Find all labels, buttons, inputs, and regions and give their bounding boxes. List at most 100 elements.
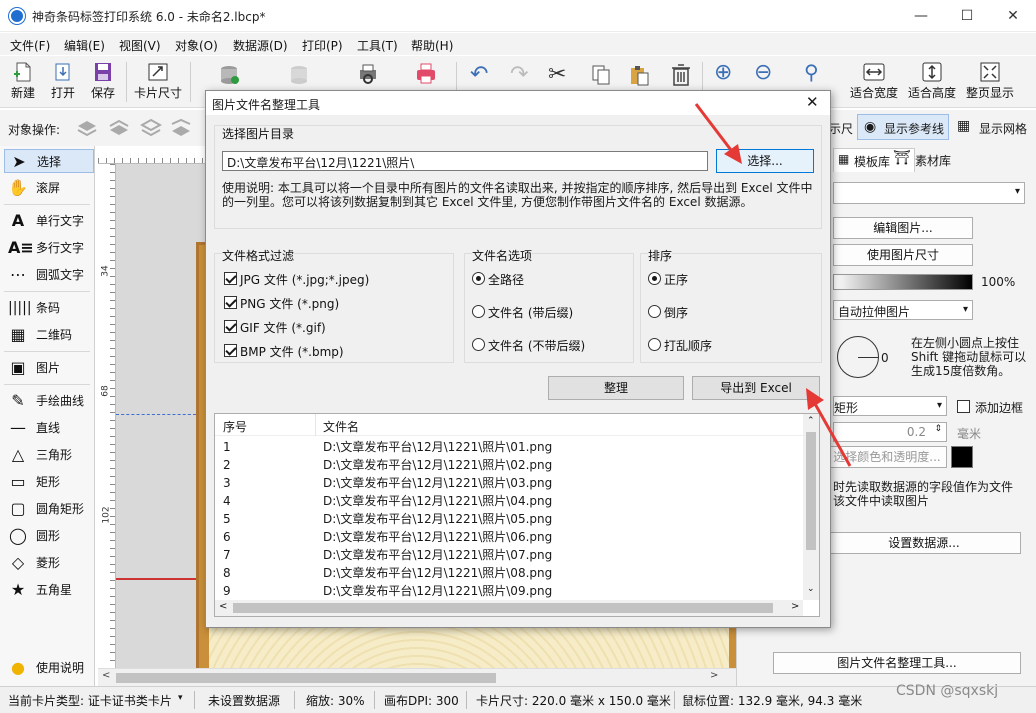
tool-diamond[interactable]: ◇ 菱形: [4, 551, 94, 575]
directory-input[interactable]: D:\文章发布平台\12月\1221\照片\: [222, 151, 708, 171]
name-with-ext-radio[interactable]: [472, 305, 485, 318]
sort-desc-radio[interactable]: [648, 305, 661, 318]
database-disabled-icon[interactable]: [288, 64, 310, 86]
tool-circle[interactable]: ◯ 圆形: [4, 524, 94, 548]
spin-icon[interactable]: ⇕: [934, 424, 942, 434]
vertical-scrollbar[interactable]: ⌃ ⌄: [803, 414, 819, 600]
menu-print[interactable]: 打印(P): [302, 37, 343, 54]
list-item[interactable]: 7 D:\文章发布平台\12月\1221\照片\07.png: [215, 546, 805, 564]
filename-tool-button[interactable]: 图片文件名整理工具...: [773, 652, 1021, 674]
scroll-left-icon[interactable]: <: [102, 670, 110, 681]
scroll-thumb[interactable]: [233, 603, 773, 613]
image-source-select[interactable]: ▾: [833, 182, 1025, 204]
cut-icon[interactable]: ✂: [548, 62, 566, 87]
horizontal-scrollbar[interactable]: < >: [98, 668, 736, 686]
color-button[interactable]: 选择颜色和透明度...: [827, 446, 947, 468]
menu-help[interactable]: 帮助(H): [411, 37, 453, 54]
tool-select[interactable]: ➤ 选择: [4, 149, 94, 173]
file-list[interactable]: 序号 文件名 1 D:\文章发布平台\12月\1221\照片\01.png 2 D:…: [214, 413, 820, 617]
bmp-checkbox[interactable]: [224, 344, 237, 357]
png-checkbox[interactable]: [224, 296, 237, 309]
use-image-size-button[interactable]: 使用图片尺寸: [833, 244, 973, 266]
organize-button[interactable]: 整理: [548, 376, 684, 400]
list-item[interactable]: 2 D:\文章发布平台\12月\1221\照片\02.png: [215, 456, 805, 474]
open-button[interactable]: 打开: [46, 58, 80, 106]
minimize-icon[interactable]: —: [898, 0, 944, 32]
card-type-status[interactable]: 当前卡片类型: 证卡证书类卡片: [8, 692, 172, 709]
show-ruler-label[interactable]: 示尺: [829, 120, 853, 137]
export-excel-button[interactable]: 导出到 Excel: [692, 376, 820, 400]
set-datasource-button[interactable]: 设置数据源...: [827, 532, 1021, 554]
redo-icon[interactable]: ↷: [510, 62, 528, 87]
scroll-up-icon[interactable]: ⌃: [807, 416, 815, 426]
jpg-checkbox[interactable]: [224, 272, 237, 285]
scroll-thumb[interactable]: [806, 432, 816, 550]
column-filename[interactable]: 文件名: [323, 418, 359, 435]
rotation-dial[interactable]: [837, 336, 879, 378]
tool-rectangle[interactable]: ▭ 矩形: [4, 470, 94, 494]
menu-file[interactable]: 文件(F): [10, 37, 50, 54]
close-icon[interactable]: ✕: [990, 0, 1036, 32]
border-width-input[interactable]: 0.2 ⇕: [833, 422, 947, 442]
delete-icon[interactable]: [670, 63, 692, 87]
menu-view[interactable]: 视图(V): [119, 37, 161, 54]
fit-height-button[interactable]: 适合高度: [906, 58, 958, 106]
gif-checkbox[interactable]: [224, 320, 237, 333]
tab-materials[interactable]: ⛩ 素材库: [889, 148, 959, 172]
tool-line[interactable]: — 直线: [4, 416, 94, 440]
zoom-icon[interactable]: ⚲: [804, 60, 819, 84]
full-path-radio[interactable]: [472, 272, 485, 285]
color-swatch[interactable]: [951, 446, 973, 468]
paste-icon[interactable]: [628, 64, 650, 86]
tool-arc-text[interactable]: ⋯ 圆弧文字: [4, 263, 94, 287]
tool-single-line-text[interactable]: A 单行文字: [4, 209, 94, 233]
layer-up-icon[interactable]: [76, 118, 98, 138]
column-index[interactable]: 序号: [223, 418, 247, 435]
scroll-right-icon[interactable]: >: [791, 601, 799, 612]
opacity-slider[interactable]: [833, 274, 973, 290]
list-item[interactable]: 9 D:\文章发布平台\12月\1221\照片\09.png: [215, 582, 805, 600]
list-item[interactable]: 6 D:\文章发布平台\12月\1221\照片\06.png: [215, 528, 805, 546]
print-preview-icon[interactable]: [356, 62, 380, 86]
tool-help[interactable]: ● 使用说明: [4, 656, 94, 680]
tool-scroll[interactable]: ✋ 滚屏: [4, 176, 94, 200]
new-button[interactable]: 新建: [6, 58, 40, 106]
scroll-left-icon[interactable]: <: [219, 601, 227, 612]
zoom-out-icon[interactable]: ⊖: [754, 60, 772, 85]
sort-asc-radio[interactable]: [648, 272, 661, 285]
menu-tools[interactable]: 工具(T): [357, 37, 398, 54]
menu-datasource[interactable]: 数据源(D): [233, 37, 288, 54]
name-no-ext-radio[interactable]: [472, 338, 485, 351]
chevron-down-icon[interactable]: ▾: [178, 693, 183, 703]
copy-icon[interactable]: [590, 64, 612, 86]
dialog-close-icon[interactable]: ✕: [806, 93, 819, 111]
show-grid-label[interactable]: 显示网格: [979, 120, 1027, 137]
undo-icon[interactable]: ↶: [470, 62, 488, 87]
list-item[interactable]: 4 D:\文章发布平台\12月\1221\照片\04.png: [215, 492, 805, 510]
database-icon[interactable]: [218, 64, 240, 86]
edit-image-button[interactable]: 编辑图片...: [833, 217, 973, 239]
tool-barcode[interactable]: ||||| 条码: [4, 296, 94, 320]
zoom-in-icon[interactable]: ⊕: [714, 60, 732, 85]
stretch-mode-select[interactable]: 自动拉伸图片 ▾: [833, 300, 973, 320]
maximize-icon[interactable]: ☐: [944, 0, 990, 32]
card-size-button[interactable]: 卡片尺寸: [132, 58, 184, 106]
layer-down-icon[interactable]: [108, 118, 130, 138]
tool-rounded-rectangle[interactable]: ▢ 圆角矩形: [4, 497, 94, 521]
print-icon[interactable]: [414, 62, 438, 86]
grid-icon[interactable]: ▦: [957, 118, 970, 134]
full-page-button[interactable]: 整页显示: [964, 58, 1016, 106]
tool-image[interactable]: ▣ 图片: [4, 356, 94, 380]
fit-width-button[interactable]: 适合宽度: [848, 58, 900, 106]
tool-multi-line-text[interactable]: A≡ 多行文字: [4, 236, 94, 260]
add-border-checkbox[interactable]: [957, 400, 970, 413]
tool-triangle[interactable]: △ 三角形: [4, 443, 94, 467]
menu-edit[interactable]: 编辑(E): [64, 37, 105, 54]
list-item[interactable]: 3 D:\文章发布平台\12月\1221\照片\03.png: [215, 474, 805, 492]
list-item[interactable]: 5 D:\文章发布平台\12月\1221\照片\05.png: [215, 510, 805, 528]
tool-qrcode[interactable]: ▦ 二维码: [4, 323, 94, 347]
menu-object[interactable]: 对象(O): [175, 37, 218, 54]
shape-select[interactable]: 矩形 ▾: [833, 396, 947, 416]
scroll-down-icon[interactable]: ⌄: [807, 584, 815, 594]
save-button[interactable]: 保存: [86, 58, 120, 106]
